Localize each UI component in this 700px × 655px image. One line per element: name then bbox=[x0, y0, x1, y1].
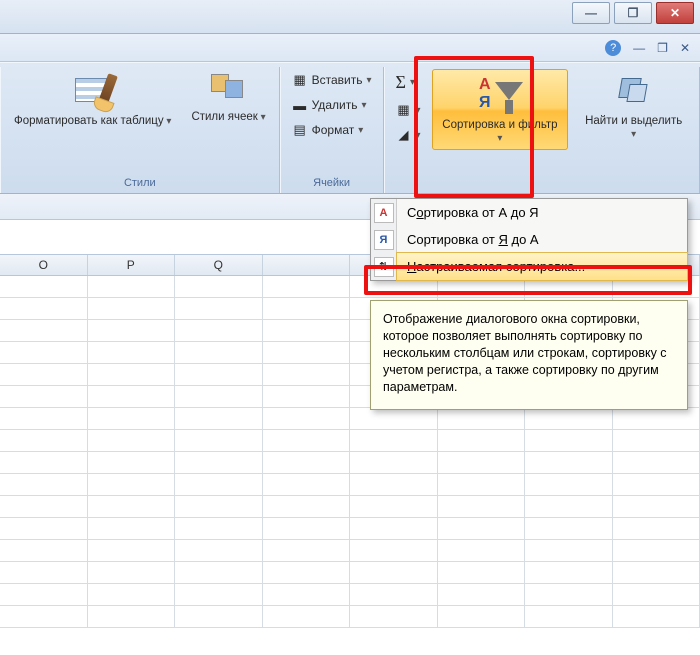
ribbon-group-cells: ▦ Вставить ▾ ▬ Удалить ▾ ▤ Формат ▾ Ячей… bbox=[280, 67, 384, 193]
dropdown-icon: ▾ bbox=[358, 125, 363, 136]
cell-styles-button[interactable]: Стили ячеек ▾ bbox=[184, 69, 272, 129]
column-header[interactable] bbox=[263, 255, 351, 275]
clear-button[interactable]: ◢ ▾ bbox=[391, 124, 426, 146]
format-as-table-button[interactable]: Форматировать как таблицу ▾ bbox=[7, 69, 178, 133]
tooltip-text: Отображение диалогового окна сортировки,… bbox=[383, 312, 667, 394]
format-label: Формат bbox=[312, 123, 355, 137]
format-button[interactable]: ▤ Формат ▾ bbox=[287, 119, 377, 141]
ribbon-group-styles: Форматировать как таблицу ▾ Стили ячеек … bbox=[0, 67, 280, 193]
dropdown-icon: ▾ bbox=[416, 105, 421, 116]
dropdown-icon: ▾ bbox=[164, 116, 172, 127]
column-header-Q[interactable]: Q bbox=[175, 255, 263, 275]
insert-label: Вставить bbox=[312, 73, 363, 87]
find-select-label: Найти и выделить bbox=[585, 115, 682, 127]
ribbon-restore-icon[interactable]: ❐ bbox=[657, 41, 668, 55]
sort-filter-dropdown: А Сортировка от А до Я Я Сортировка от Я… bbox=[370, 198, 688, 281]
dropdown-icon: ▾ bbox=[497, 133, 502, 144]
close-button[interactable]: ✕ bbox=[656, 2, 694, 24]
menu-item-sort-za[interactable]: Я Сортировка от Я до А bbox=[371, 226, 687, 253]
ribbon-minimize-icon[interactable]: — bbox=[633, 41, 645, 55]
dropdown-icon: ▾ bbox=[410, 77, 415, 88]
ribbon-close-icon[interactable]: ✕ bbox=[680, 41, 690, 55]
cell-styles-label: Стили ячеек bbox=[191, 111, 257, 123]
window-titlebar: — ❐ ✕ bbox=[0, 0, 700, 34]
window-buttons: — ❐ ✕ bbox=[572, 2, 694, 24]
insert-button[interactable]: ▦ Вставить ▾ bbox=[287, 69, 377, 91]
group-label-styles: Стили bbox=[7, 175, 273, 193]
column-header-P[interactable]: P bbox=[88, 255, 176, 275]
ribbon-group-editing: Σ ▾ ▦ ▾ ◢ ▾ АЯ Сортировка и фильтр ▾ bbox=[384, 67, 700, 193]
delete-icon: ▬ bbox=[292, 97, 308, 113]
dropdown-icon: ▾ bbox=[361, 100, 366, 111]
maximize-button[interactable]: ❐ bbox=[614, 2, 652, 24]
autosum-button[interactable]: Σ ▾ bbox=[391, 69, 426, 96]
dropdown-icon: ▾ bbox=[631, 129, 636, 140]
find-select-button[interactable]: Найти и выделить ▾ bbox=[574, 69, 693, 146]
sort-za-label: Сортировка от Я до А bbox=[407, 232, 539, 247]
menu-item-custom-sort[interactable]: ⇅ Настраиваемая сортировка... bbox=[371, 253, 687, 280]
custom-sort-icon: ⇅ bbox=[374, 257, 394, 277]
minimize-button[interactable]: — bbox=[572, 2, 610, 24]
eraser-icon: ◢ bbox=[396, 127, 412, 143]
delete-label: Удалить bbox=[312, 98, 358, 112]
tooltip-custom-sort: Отображение диалогового окна сортировки,… bbox=[370, 300, 688, 410]
quick-access-strip: ? — ❐ ✕ bbox=[0, 34, 700, 62]
format-icon: ▤ bbox=[292, 122, 308, 138]
binoculars-icon bbox=[614, 74, 654, 114]
menu-item-sort-az[interactable]: А Сортировка от А до Я bbox=[371, 199, 687, 226]
sort-za-icon: Я bbox=[374, 230, 394, 250]
insert-icon: ▦ bbox=[292, 72, 308, 88]
group-label-editing bbox=[391, 175, 693, 181]
help-icon[interactable]: ? bbox=[605, 40, 621, 56]
format-as-table-icon bbox=[73, 74, 113, 114]
sort-filter-icon: АЯ bbox=[475, 74, 525, 118]
group-label-cells: Ячейки bbox=[287, 175, 377, 193]
ribbon: Форматировать как таблицу ▾ Стили ячеек … bbox=[0, 62, 700, 194]
sort-filter-button[interactable]: АЯ Сортировка и фильтр ▾ bbox=[432, 69, 569, 150]
format-as-table-label: Форматировать как таблицу bbox=[14, 115, 164, 127]
cell-styles-icon bbox=[211, 74, 247, 110]
delete-button[interactable]: ▬ Удалить ▾ bbox=[287, 94, 377, 116]
column-header-O[interactable]: O bbox=[0, 255, 88, 275]
sigma-icon: Σ bbox=[396, 72, 406, 93]
fill-button[interactable]: ▦ ▾ bbox=[391, 99, 426, 121]
dropdown-icon: ▾ bbox=[416, 130, 421, 141]
sort-az-icon: А bbox=[374, 203, 394, 223]
fill-icon: ▦ bbox=[396, 102, 412, 118]
dropdown-icon: ▾ bbox=[367, 75, 372, 86]
dropdown-icon: ▾ bbox=[258, 112, 266, 123]
sort-filter-label: Сортировка и фильтр bbox=[442, 119, 557, 131]
